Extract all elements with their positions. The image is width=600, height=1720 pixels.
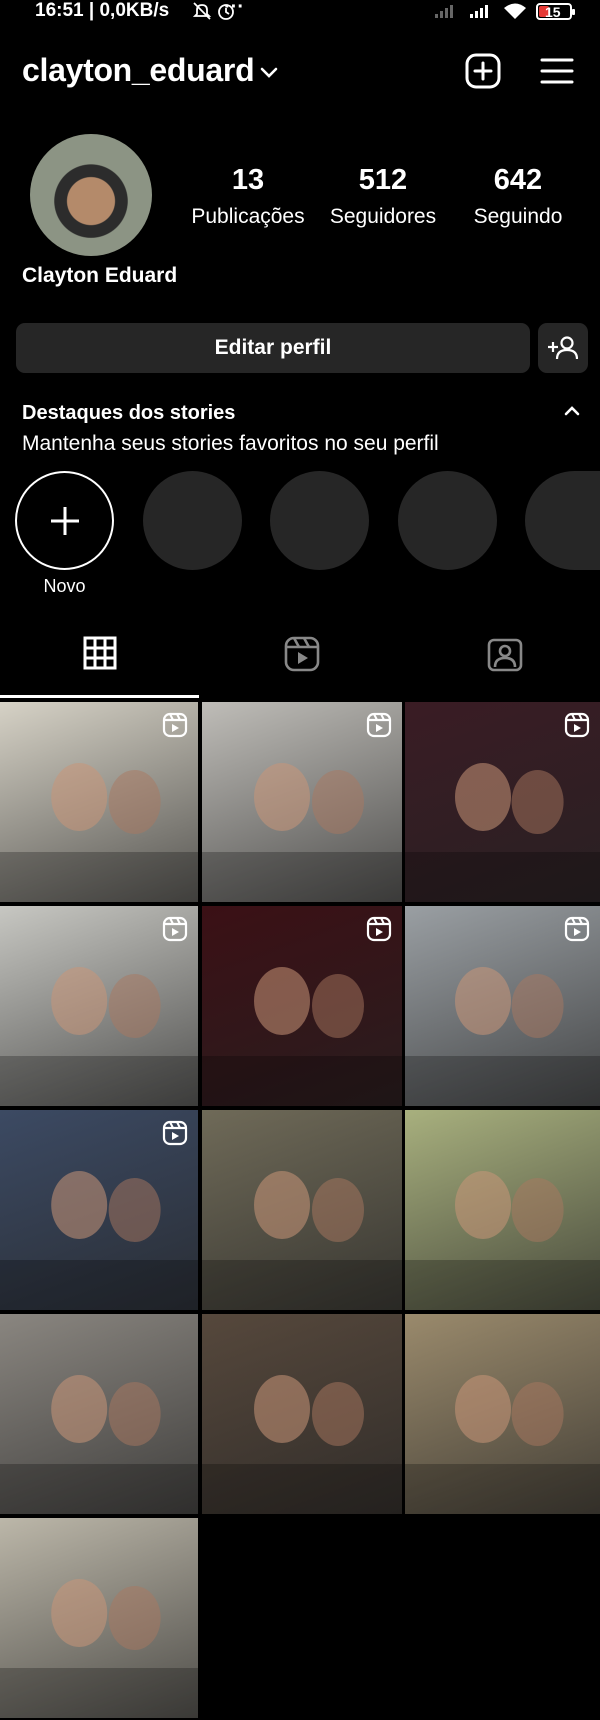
tab-reels[interactable] (202, 636, 402, 698)
highlights-title: Destaques dos stories (22, 402, 236, 424)
profile-header: clayton_eduard (0, 44, 600, 100)
highlight-placeholder (270, 471, 369, 570)
status-time: 16:51 | 0,0KB/s (35, 0, 170, 21)
post-thumbnail[interactable] (405, 1314, 600, 1514)
post-image (0, 1375, 198, 1514)
post-thumbnail[interactable] (202, 702, 402, 902)
reel-badge-icon (162, 712, 188, 738)
chevron-down-icon[interactable] (259, 66, 279, 80)
reel-badge-icon (366, 916, 392, 942)
profile-avatar[interactable] (30, 134, 152, 256)
username-switcher[interactable]: clayton_eduard (22, 52, 255, 89)
stat-following-value: 642 (493, 164, 543, 196)
post-thumbnail[interactable] (0, 702, 198, 902)
post-thumbnail[interactable] (405, 1110, 600, 1310)
post-thumbnail[interactable] (0, 1110, 198, 1310)
post-thumbnail[interactable] (0, 1314, 198, 1514)
tagged-icon (487, 638, 523, 672)
active-tab-indicator (0, 695, 199, 698)
post-thumbnail[interactable] (405, 906, 600, 1106)
post-image (0, 1579, 198, 1718)
highlight-placeholder (398, 471, 497, 570)
post-thumbnail[interactable] (202, 906, 402, 1106)
reels-icon (284, 636, 320, 672)
stat-posts-label: Publicações (191, 205, 305, 228)
post-thumbnail[interactable] (405, 702, 600, 902)
signal-icon-2 (470, 5, 488, 18)
profile-full-name: Clayton Eduard (22, 264, 178, 287)
tab-tagged[interactable] (405, 636, 600, 698)
menu-icon[interactable] (538, 52, 576, 90)
post-image (405, 1375, 600, 1514)
post-image (202, 1375, 402, 1514)
reel-badge-icon (564, 916, 590, 942)
stat-posts[interactable]: 13 Publicações (188, 164, 308, 229)
stat-following[interactable]: 642 Seguindo (462, 164, 574, 229)
edit-profile-button[interactable]: Editar perfil (16, 323, 530, 373)
stat-posts-value: 13 (231, 164, 265, 196)
tab-posts-grid[interactable] (0, 636, 200, 698)
post-image (405, 1171, 600, 1310)
stat-followers[interactable]: 512 Seguidores (324, 164, 442, 229)
highlights-subtitle: Mantenha seus stories favoritos no seu p… (22, 432, 439, 455)
highlight-placeholder (525, 471, 600, 570)
highlight-placeholder (143, 471, 242, 570)
grid-icon (83, 636, 117, 670)
status-bar: 16:51 | 0,0KB/s ··· 15 (0, 0, 600, 22)
create-post-icon[interactable] (464, 52, 502, 90)
chevron-up-icon[interactable] (562, 404, 582, 418)
post-thumbnail[interactable] (202, 1314, 402, 1514)
stat-followers-value: 512 (358, 164, 408, 196)
signal-icon-1 (435, 5, 453, 18)
post-image (202, 1171, 402, 1310)
wifi-icon (504, 3, 526, 19)
reel-badge-icon (162, 916, 188, 942)
battery-level: 15 (545, 3, 561, 20)
reel-badge-icon (162, 1120, 188, 1146)
post-thumbnail[interactable] (0, 906, 198, 1106)
new-highlight-button[interactable] (15, 471, 114, 570)
more-notifications-icon: ··· (224, 0, 244, 18)
discover-people-button[interactable] (538, 323, 588, 373)
stat-following-label: Seguindo (473, 205, 563, 228)
battery-icon: 15 (536, 2, 575, 20)
post-thumbnail[interactable] (0, 1518, 198, 1718)
reel-badge-icon (564, 712, 590, 738)
add-person-icon (548, 336, 578, 360)
reel-badge-icon (366, 712, 392, 738)
stat-followers-label: Seguidores (329, 205, 437, 228)
post-thumbnail[interactable] (202, 1110, 402, 1310)
new-highlight-label: Novo (43, 576, 86, 596)
plus-icon (50, 506, 79, 535)
